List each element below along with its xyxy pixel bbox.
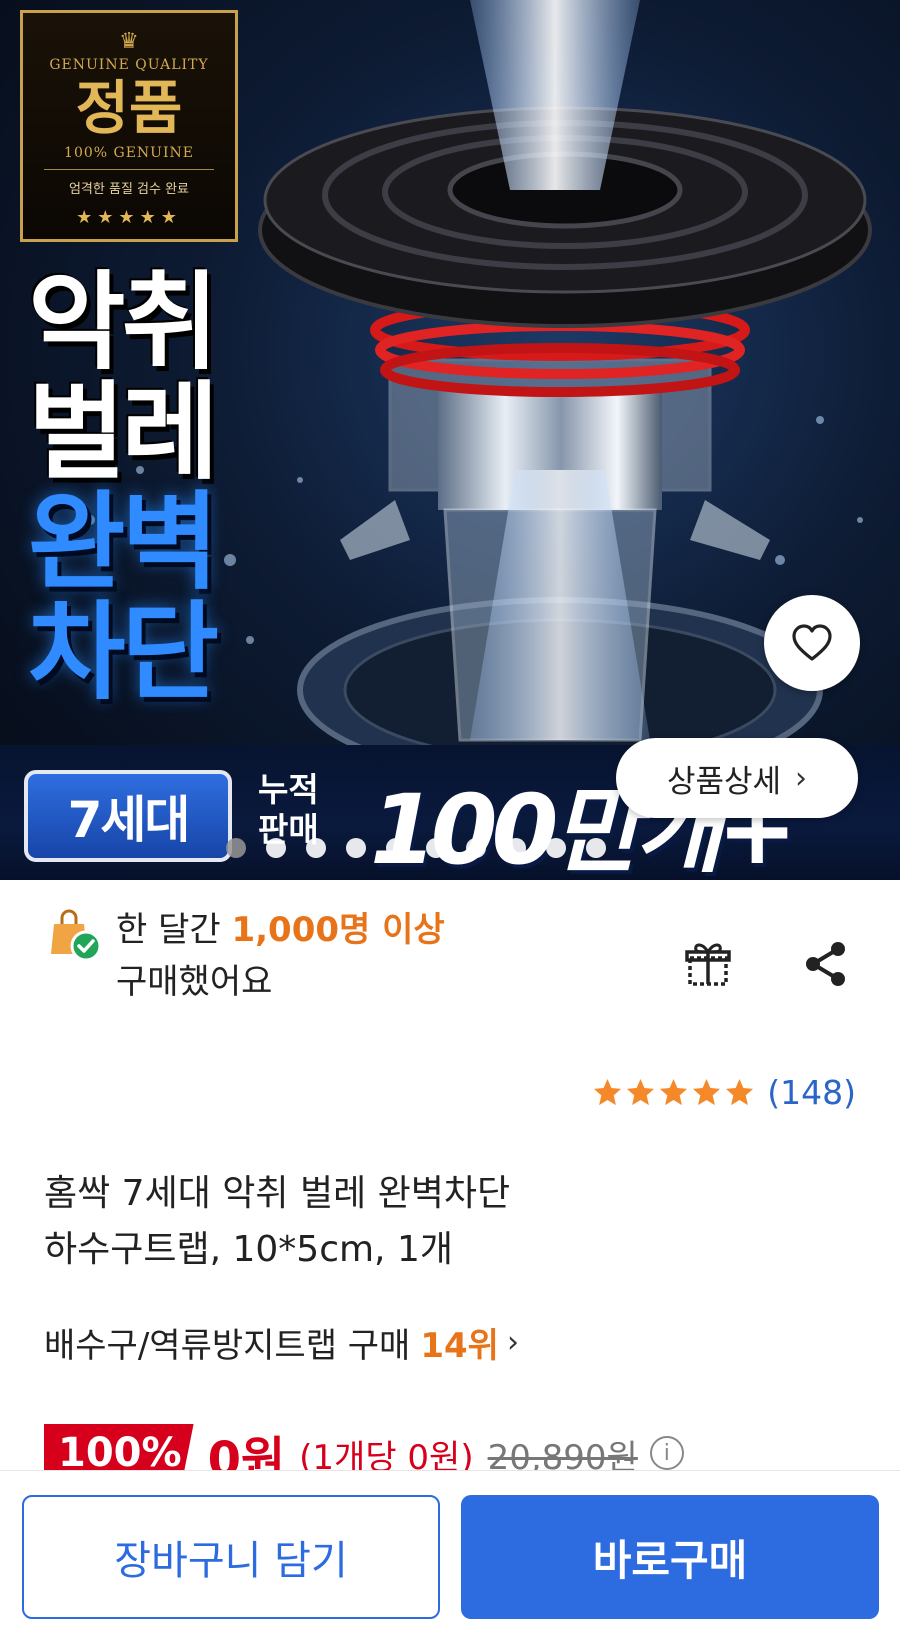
product-detail-button[interactable]: 상품상세 › [616,738,858,818]
social-proof-highlight: 1,000명 이상 [231,910,445,950]
social-proof-line-1: 한 달간 1,000명 이상 [116,904,445,956]
badge-divider [44,169,214,170]
add-to-cart-button[interactable]: 장바구니 담기 [22,1495,440,1619]
purchase-bar: 장바구니 담기 바로구매 [0,1470,900,1645]
rating-summary[interactable]: (148) [592,1073,856,1112]
carousel-indicator [226,838,606,858]
carousel-dot[interactable] [266,838,286,858]
headline-line-3: 완벽 [28,481,219,604]
cumulative-label: 누적 [258,770,319,809]
carousel-dot[interactable] [386,838,406,858]
product-title-line-2: 하수구트랩, 10*5cm, 1개 [44,1229,453,1270]
genuine-badge: ♛ GENUINE QUALITY 정품 100% GENUINE 엄격한 품질… [20,10,238,242]
carousel-dot[interactable] [306,838,326,858]
badge-quality-text: GENUINE QUALITY [49,57,209,73]
carousel-dot[interactable] [226,838,246,858]
gift-icon[interactable] [682,938,734,990]
unit-price: (1개당 0원) [299,1438,474,1474]
crown-icon: ♛ [119,29,139,54]
carousel-dot[interactable] [546,838,566,858]
badge-check-text: 엄격한 품질 검수 완료 [68,182,190,197]
social-proof-text: 한 달간 1,000명 이상 구매했어요 [116,904,445,1008]
star-icon [660,1078,688,1106]
headline-line-1: 악취 [28,261,219,384]
rank-category: 배수구/역류방지트랩 구매 [44,1326,411,1366]
star-icon [627,1078,655,1106]
carousel-dot[interactable] [506,838,526,858]
headline-line-2: 벌레 [28,371,219,494]
product-title-line-1: 홈싹 7세대 악취 벌레 완벽차단 [44,1173,511,1214]
star-rating [592,1077,755,1108]
product-image-carousel[interactable]: ♛ GENUINE QUALITY 정품 100% GENUINE 엄격한 품질… [0,0,900,880]
discount-badge: 100% [44,1424,194,1474]
sale-price: 0원 [207,1432,286,1474]
headline-line-4: 차단 [28,591,219,714]
carousel-dot[interactable] [586,838,606,858]
social-proof-suffix: 구매했어요 [116,962,273,1002]
shopping-bag-check-icon [51,909,102,962]
chevron-right-icon: › [506,1325,519,1360]
wishlist-button[interactable] [764,595,860,691]
social-proof-prefix: 한 달간 [116,910,232,950]
badge-stars: ★★★★★ [76,207,182,228]
badge-genuine-text: 100% GENUINE [64,145,194,161]
carousel-dot[interactable] [346,838,366,858]
generation-label: 7세대 [24,770,232,862]
star-icon [594,1078,622,1106]
product-title: 홈싹 7세대 악취 벌레 완벽차단 하수구트랩, 10*5cm, 1개 [44,1166,864,1278]
buy-now-button[interactable]: 바로구매 [461,1495,879,1619]
product-detail-label: 상품상세 [666,763,782,800]
purchase-social-proof: 한 달간 1,000명 이상 구매했어요 [44,904,445,1008]
star-icon [726,1078,754,1106]
star-icon [693,1078,721,1106]
review-count[interactable]: (148) [767,1073,856,1112]
carousel-dot[interactable] [466,838,486,858]
price-row: 100% 0원 (1개당 0원) 20,890원 i [44,1424,874,1474]
chevron-right-icon: › [795,760,808,796]
badge-main-text: 정품 [75,74,183,142]
heart-icon [792,624,832,661]
category-rank-link[interactable]: 배수구/역류방지트랩 구매 14위 › [44,1318,519,1367]
info-icon[interactable]: i [649,1436,684,1470]
rank-position: 14위 [420,1326,499,1366]
original-price: 20,890원 [487,1438,638,1474]
share-icon[interactable] [800,938,852,990]
carousel-dot[interactable] [426,838,446,858]
